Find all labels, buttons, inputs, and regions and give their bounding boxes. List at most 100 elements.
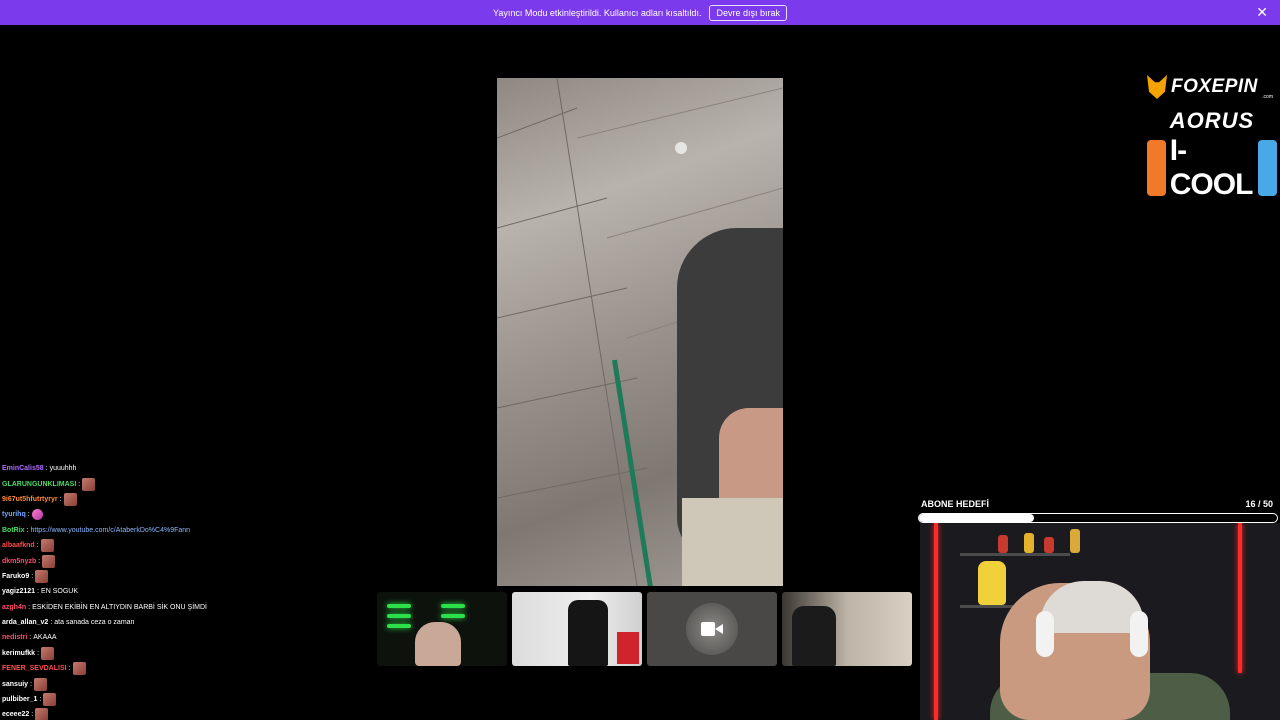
chat-text: ata sanada ceza o zaman (54, 619, 135, 627)
disable-streamer-mode-button[interactable]: Devre dışı bırak (709, 4, 787, 21)
chat-text: yuuuhhh (49, 465, 77, 473)
chat-username[interactable]: nedistri (2, 634, 27, 641)
chat-username[interactable]: pulbiber_1 (2, 696, 37, 703)
emote-icon (35, 708, 49, 720)
chat-separator: : (39, 696, 42, 704)
sponsor-logos: FOXEPIN .com AORUS I-COOL (1147, 72, 1277, 201)
streamer-mode-banner: Yayıncı Modu etkinleştirildi. Kullanıcı … (0, 0, 1280, 25)
chat-username[interactable]: eceee22 (2, 711, 29, 718)
foxepin-domain: .com (1262, 94, 1273, 100)
chat-username[interactable]: GLARUNGUNKLIMASI (2, 481, 76, 488)
chat-username[interactable]: albaafknd (2, 542, 35, 549)
guest-avatar (686, 603, 738, 655)
chat-separator: : (38, 557, 41, 565)
chat-message: pulbiber_1 : (2, 692, 342, 707)
emote-icon (34, 677, 48, 691)
main-video-feed[interactable] (497, 78, 783, 586)
chat-message: yagiz2121 : EN SOGUK (2, 584, 342, 599)
neon-bar (387, 624, 411, 628)
guest-thumb-1[interactable] (377, 592, 507, 666)
chat-message: albaafknd : (2, 538, 342, 553)
chat-username[interactable]: azgh4n (2, 604, 26, 611)
foxepin-logo: FOXEPIN .com (1147, 72, 1277, 102)
chat-message: BotRix : https://www.youtube.com/c/Atabe… (2, 523, 342, 538)
chat-separator: : (59, 495, 62, 503)
chat-text: ESKİDEN EKİBİN EN ALTIYDIN BARBİ SİK ONU… (32, 603, 207, 611)
chat-separator: : (28, 603, 31, 611)
shelf (960, 553, 1070, 556)
headphone-left (1036, 611, 1054, 657)
emote-icon (41, 646, 55, 660)
chat-separator: : (37, 649, 40, 657)
neon-strip (1238, 523, 1242, 673)
banner-text: Yayıncı Modu etkinleştirildi. Kullanıcı … (493, 7, 702, 18)
emote-icon (31, 509, 43, 521)
chat-message: azgh4n : ESKİDEN EKİBİN EN ALTIYDIN BARB… (2, 600, 342, 615)
chat-separator: : (26, 526, 29, 534)
chat-message: dkm5nyzb : (2, 553, 342, 568)
chat-username[interactable]: FENER_SEVDALISI (2, 665, 67, 672)
figure (1044, 537, 1054, 553)
chat-message: EminCalis58 : yuuuhhh (2, 461, 342, 476)
chat-username[interactable]: Faruko9 (2, 573, 29, 580)
guest-face (415, 622, 461, 666)
chat-username[interactable]: dkm5nyzb (2, 558, 36, 565)
chat-text: AKAAA (33, 634, 57, 642)
neon-bar (441, 604, 465, 608)
chat-message: FENER_SEVDALISI : (2, 661, 342, 676)
blue-can-icon (1258, 140, 1277, 196)
goal-progress-fill (919, 514, 1034, 522)
guest-thumb-2[interactable] (512, 592, 642, 666)
chat-username[interactable]: sansuiy (2, 681, 28, 688)
guest-thumbnails (377, 592, 912, 666)
icool-text: I-COOL (1169, 134, 1254, 201)
red-object (617, 632, 639, 664)
chat-username[interactable]: arda_allan_v2 (2, 619, 48, 626)
guest-thumb-3[interactable] (647, 592, 777, 666)
chat-message: sansuiy : (2, 676, 342, 691)
chat-message: tyurihq : (2, 507, 342, 522)
chat-username[interactable]: yagiz2121 (2, 588, 35, 595)
aorus-logo: AORUS (1169, 108, 1255, 133)
chat-link[interactable]: https://www.youtube.com/c/AtaberkDo%C4%9… (31, 527, 191, 534)
orange-can-icon (1147, 140, 1166, 196)
chat-text: EN SOGUK (41, 588, 78, 596)
chat-separator: : (29, 634, 32, 642)
figure (998, 535, 1008, 553)
emote-icon (72, 662, 86, 676)
chat-username[interactable]: BotRix (2, 527, 25, 534)
chat-separator: : (37, 588, 40, 596)
chat-message: kerimufkk : (2, 646, 342, 661)
chat-username[interactable]: EminCalis58 (2, 465, 44, 472)
camera-icon (701, 622, 723, 636)
chat-separator: : (36, 542, 39, 550)
neon-bar (441, 614, 465, 618)
goal-title: ABONE HEDEFİ (921, 499, 990, 509)
chat-message: eceee22 : (2, 707, 342, 720)
figure (1024, 533, 1034, 553)
guest-thumb-4[interactable] (782, 592, 912, 666)
chat-separator: : (30, 680, 33, 688)
chat-username[interactable]: 9i67ut5hfutrtyryr (2, 496, 58, 503)
chat-separator: : (78, 480, 81, 488)
close-icon[interactable]: ✕ (1256, 5, 1268, 19)
emote-icon (42, 554, 56, 568)
gaming-chair (792, 606, 836, 666)
chat-username[interactable]: tyurihq (2, 511, 26, 518)
chat-message: nedistri : AKAAA (2, 630, 342, 645)
foxepin-text: FOXEPIN (1171, 76, 1258, 97)
chat-separator: : (31, 572, 34, 580)
gaming-chair (568, 600, 608, 666)
chat-message: GLARUNGUNKLIMASI : (2, 476, 342, 491)
goal-count: 16 / 50 (1245, 499, 1273, 509)
neon-strip (934, 523, 938, 720)
emote-icon (40, 539, 54, 553)
emote-icon (43, 693, 57, 707)
person-legs (682, 498, 783, 586)
chat-separator: : (27, 511, 30, 519)
chat-username[interactable]: kerimufkk (2, 650, 35, 657)
chat-message: Faruko9 : (2, 569, 342, 584)
chat-separator: : (45, 465, 48, 473)
headphone-right (1130, 611, 1148, 657)
subscriber-goal: ABONE HEDEFİ 16 / 50 (918, 497, 1280, 523)
